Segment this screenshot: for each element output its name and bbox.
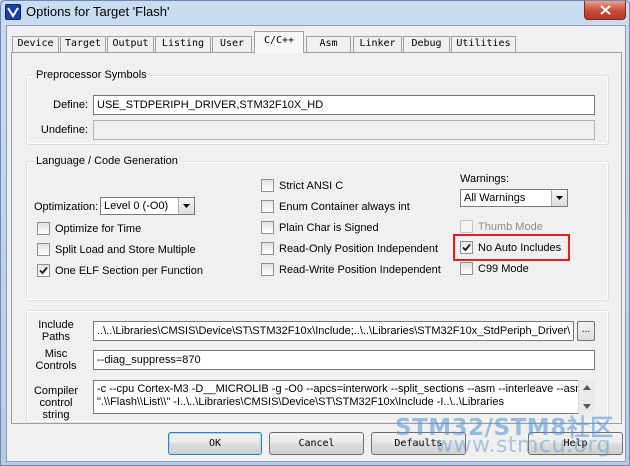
optimization-select[interactable]: Level 0 (-O0) [100, 197, 195, 215]
checkbox-label: C99 Mode [478, 263, 529, 275]
misc-label-line: Misc [44, 348, 68, 360]
checkbox-box [261, 179, 274, 192]
optimization-dropdown-button[interactable] [178, 198, 194, 214]
no-auto-includes-checkbox[interactable]: No Auto Includes [460, 240, 564, 256]
include-label-line: Include [38, 319, 74, 331]
preprocessor-title: Preprocessor Symbols [33, 68, 150, 82]
dialog-body: Device Target Output Listing User C/C++ … [6, 25, 626, 462]
close-icon [600, 5, 611, 15]
checkbox-box [261, 263, 274, 276]
define-label: Define: [53, 99, 88, 111]
cancel-button[interactable]: Cancel [269, 432, 364, 455]
include-paths-browse-button[interactable]: ... [577, 321, 595, 341]
tab-output[interactable]: Output [107, 36, 154, 52]
checkbox-label: Thumb Mode [478, 221, 543, 233]
checkbox-label: One ELF Section per Function [55, 265, 203, 277]
enum-container-checkbox[interactable]: Enum Container always int [261, 199, 431, 215]
compiler-control-string-label: Compiler control string [28, 385, 84, 421]
title-bar[interactable]: Options for Target 'Flash' [1, 1, 629, 25]
string-label-line: string [42, 409, 70, 421]
help-button[interactable]: Help [528, 432, 623, 455]
checkbox-box [261, 200, 274, 213]
include-paths-label: Include Paths [28, 319, 84, 343]
close-button[interactable] [584, 1, 626, 20]
rw-position-independent-checkbox[interactable]: Read-Write Position Independent [261, 262, 451, 278]
warnings-label: Warnings: [460, 173, 510, 185]
split-load-store-checkbox[interactable]: Split Load and Store Multiple [37, 242, 207, 258]
options-dialog: Options for Target 'Flash' Device Target… [0, 0, 630, 466]
warnings-dropdown-button[interactable] [551, 190, 567, 206]
tab-user[interactable]: User [212, 36, 252, 52]
optimization-value: Level 0 (-O0) [104, 200, 169, 212]
language-title: Language / Code Generation [33, 154, 181, 168]
cpp-tab-panel: Preprocessor Symbols Define: USE_STDPERI… [11, 52, 622, 424]
undefine-input[interactable] [93, 120, 595, 140]
checkbox-box [37, 222, 50, 235]
compiler-string-line-1: -c --cpu Cortex-M3 -D__MICROLIB -g -O0 -… [97, 383, 595, 395]
optimization-label: Optimization: [34, 201, 99, 213]
compiler-string-line-2: ".\\Flash\\List\\" -I..\..\Libraries\CMS… [97, 396, 504, 408]
scroll-up-icon [583, 385, 591, 390]
chevron-down-icon [183, 204, 190, 208]
one-elf-section-checkbox[interactable]: One ELF Section per Function [37, 263, 217, 279]
checkbox-box [261, 221, 274, 234]
tab-target[interactable]: Target [60, 36, 106, 52]
c99-mode-checkbox[interactable]: C99 Mode [460, 261, 560, 277]
defaults-button[interactable]: Defaults [371, 432, 466, 455]
checkmark-icon [39, 266, 48, 275]
strict-ansi-checkbox[interactable]: Strict ANSI C [261, 178, 411, 194]
warnings-value: All Warnings [464, 192, 526, 204]
checkbox-box [37, 264, 50, 277]
misc-controls-label: Misc Controls [28, 348, 84, 372]
paths-label-line: Paths [41, 331, 71, 343]
tab-strip: Device Target Output Listing User C/C++ … [7, 26, 625, 53]
tab-listing[interactable]: Listing [155, 36, 211, 52]
ok-button[interactable]: OK [168, 432, 262, 455]
keil-app-icon [5, 4, 21, 20]
optimize-for-time-checkbox[interactable]: Optimize for Time [37, 221, 187, 237]
ro-position-independent-checkbox[interactable]: Read-Only Position Independent [261, 241, 451, 257]
checkbox-box [460, 262, 473, 275]
checkbox-label: Read-Only Position Independent [279, 243, 438, 255]
warnings-select[interactable]: All Warnings [460, 189, 568, 207]
checkbox-box [460, 220, 473, 233]
tab-debug[interactable]: Debug [403, 36, 450, 52]
thumb-mode-checkbox: Thumb Mode [460, 219, 570, 235]
tab-asm[interactable]: Asm [306, 36, 351, 52]
plain-char-signed-checkbox[interactable]: Plain Char is Signed [261, 220, 411, 236]
checkbox-box [37, 243, 50, 256]
checkbox-label: No Auto Includes [478, 242, 562, 254]
define-input[interactable]: USE_STDPERIPH_DRIVER,STM32F10X_HD [93, 95, 595, 115]
tab-utilities[interactable]: Utilities [451, 36, 516, 52]
checkbox-box [261, 242, 274, 255]
scroll-down-icon [583, 404, 591, 409]
controls-label-line: Controls [35, 360, 77, 372]
checkmark-icon [462, 243, 471, 252]
chevron-down-icon [556, 196, 563, 200]
compiler-control-string[interactable]: -c --cpu Cortex-M3 -D__MICROLIB -g -O0 -… [93, 380, 595, 414]
checkbox-box [460, 241, 473, 254]
tab-device[interactable]: Device [12, 36, 59, 52]
compiler-label-line: Compiler [33, 385, 78, 397]
include-paths-input[interactable]: ..\..\Libraries\CMSIS\Device\ST\STM32F10… [93, 321, 574, 341]
checkbox-label: Optimize for Time [55, 223, 142, 235]
control-label-line: control [39, 397, 73, 409]
undefine-label: Undefine: [40, 124, 88, 136]
checkbox-label: Split Load and Store Multiple [55, 244, 196, 256]
tab-linker[interactable]: Linker [353, 36, 402, 52]
window-title: Options for Target 'Flash' [26, 4, 170, 19]
checkbox-label: Enum Container always int [279, 201, 410, 213]
checkbox-label: Read-Write Position Independent [279, 264, 441, 276]
misc-controls-input[interactable]: --diag_suppress=870 [93, 350, 595, 370]
checkbox-label: Plain Char is Signed [279, 222, 379, 234]
compiler-string-scrollbar[interactable] [578, 380, 595, 414]
tab-cpp[interactable]: C/C++ [254, 31, 304, 53]
checkbox-label: Strict ANSI C [279, 180, 344, 192]
